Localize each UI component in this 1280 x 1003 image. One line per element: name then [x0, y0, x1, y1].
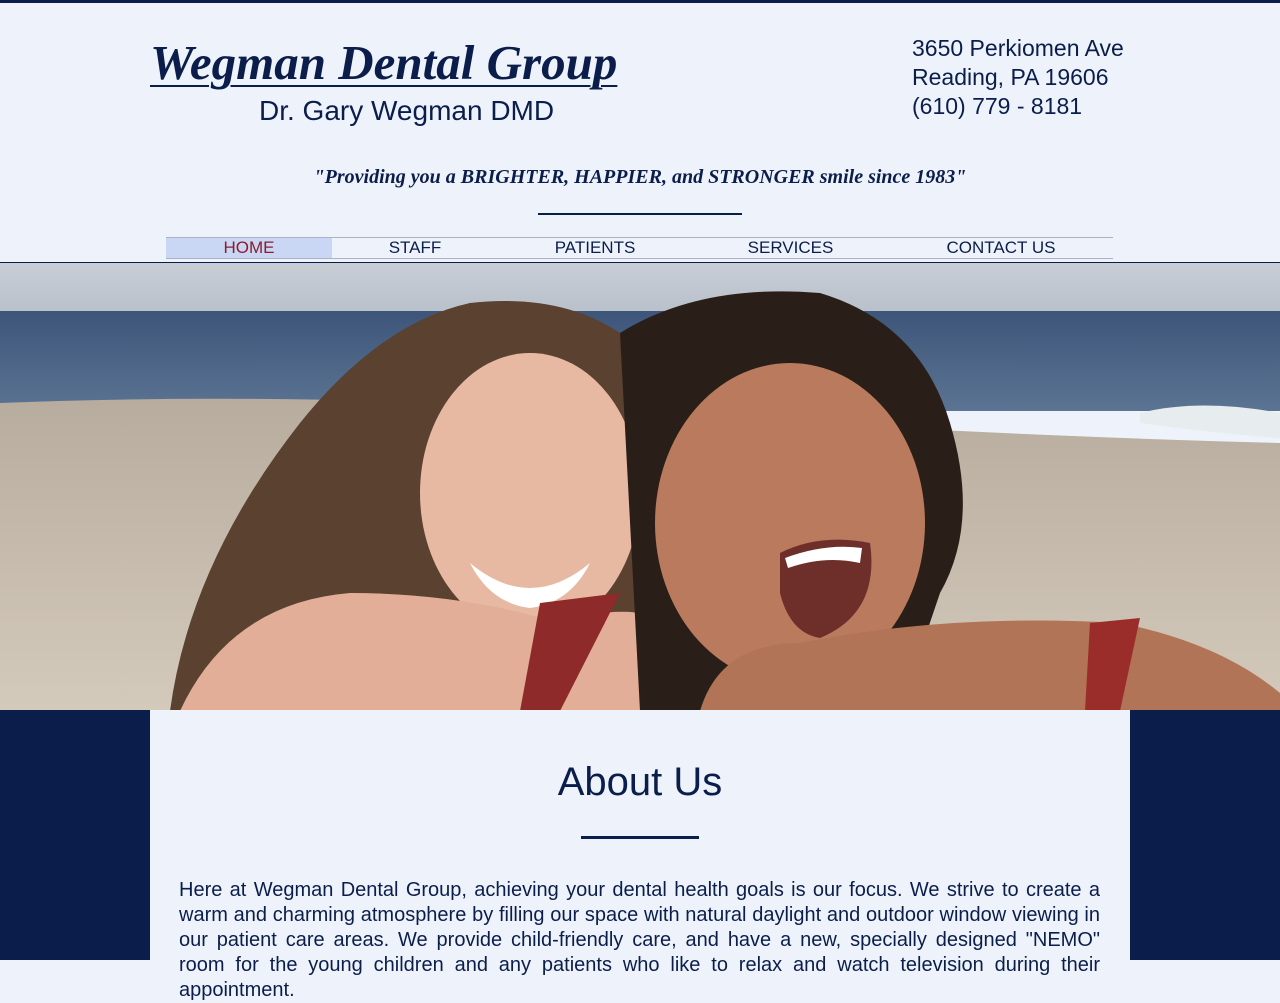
brand-title[interactable]: Wegman Dental Group: [150, 34, 617, 91]
side-band-right: [1130, 710, 1280, 960]
brand-subtitle: Dr. Gary Wegman DMD: [259, 95, 555, 126]
about-title: About Us: [557, 760, 723, 804]
hero-photo-illustration: [0, 263, 1280, 711]
tagline-divider: [538, 213, 742, 215]
about-divider: [581, 836, 699, 839]
top-border: [0, 0, 1280, 3]
nav-item-services[interactable]: SERVICES: [692, 238, 889, 258]
phone-number[interactable]: (610) 779 - 8181: [912, 92, 1124, 121]
address-line-2: Reading, PA 19606: [912, 64, 1109, 90]
main-nav: HOME STAFF PATIENTS SERVICES CONTACT US: [166, 237, 1113, 259]
contact-info: 3650 Perkiomen Ave Reading, PA 19606 (61…: [912, 34, 1124, 121]
address-line-1: 3650 Perkiomen Ave: [912, 35, 1124, 61]
about-body: Here at Wegman Dental Group, achieving y…: [179, 879, 1100, 1001]
nav-item-patients[interactable]: PATIENTS: [498, 238, 692, 258]
hero-image: [0, 262, 1280, 711]
nav-item-contact-us[interactable]: CONTACT US: [889, 238, 1113, 258]
side-band-left: [0, 710, 150, 960]
nav-item-staff[interactable]: STAFF: [332, 238, 498, 258]
tagline: "Providing you a BRIGHTER, HAPPIER, and …: [313, 166, 967, 188]
nav-item-home[interactable]: HOME: [166, 238, 332, 258]
